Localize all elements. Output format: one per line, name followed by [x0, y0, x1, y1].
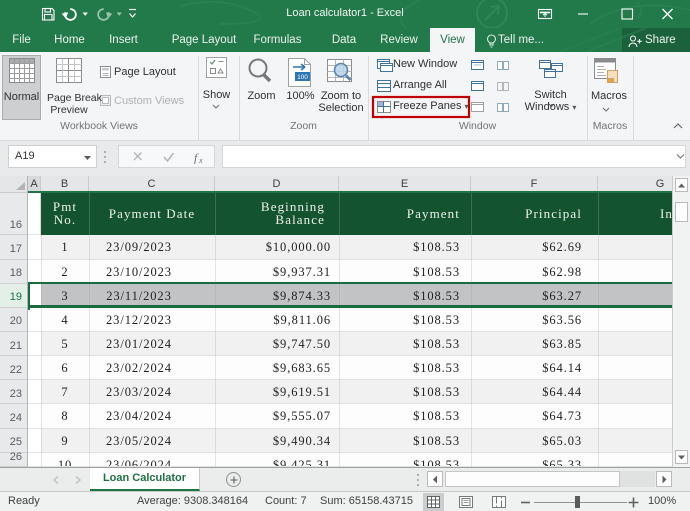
svg-text:x: x	[198, 156, 203, 165]
svg-text:100: 100	[297, 74, 308, 81]
